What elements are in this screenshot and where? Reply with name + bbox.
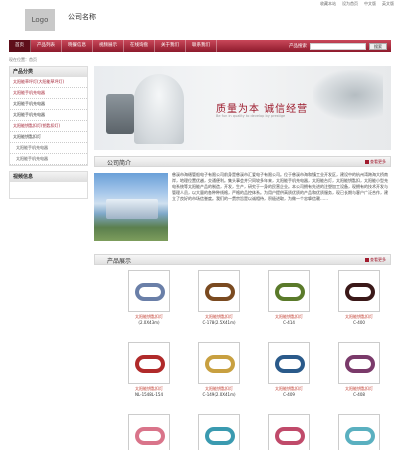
collar-image: [275, 283, 305, 301]
nav-search: 产品搜索 搜索: [289, 42, 391, 50]
product-image[interactable]: [268, 270, 310, 312]
sidebar: 产品分类 太阳能草坪灯(大阳能草坪灯) 太阳能手机充电器 太阳能手机充电器 太阳能手机…: [9, 66, 88, 204]
contact-title: 视频信息: [10, 172, 87, 182]
category-item[interactable]: 太阳能手机充电器: [10, 88, 87, 99]
product-image[interactable]: [128, 270, 170, 312]
category-title: 产品分类: [10, 67, 87, 77]
product-code: C-409: [283, 392, 295, 397]
banner-subtitle: Be fun in quality to develop by prestige: [216, 114, 286, 118]
products-section-header: 产品展示 查看更多: [94, 254, 391, 265]
product-card[interactable]: 太阳能钥匙扣灯 C-178(2.5X41m): [182, 270, 256, 325]
nav-item-about[interactable]: 关于我们: [155, 40, 186, 52]
product-card[interactable]: [182, 414, 256, 450]
product-card[interactable]: 太阳能钥匙扣灯 (2.0X43m): [112, 270, 186, 325]
product-code: C-178(2.5X41m): [202, 320, 236, 325]
product-image[interactable]: [338, 342, 380, 384]
product-image[interactable]: [198, 342, 240, 384]
breadcrumb: 现在位置：首页: [9, 57, 37, 62]
about-section-header: 公司简介 查看更多: [94, 156, 391, 167]
category-box: 产品分类 太阳能草坪灯(大阳能草坪灯) 太阳能手机充电器 太阳能手机充电器 太阳能手机…: [9, 66, 88, 166]
product-image[interactable]: [128, 342, 170, 384]
collar-image: [205, 427, 235, 445]
collar-image: [135, 427, 165, 445]
products-title: 产品展示: [107, 258, 132, 265]
nav-item-videos[interactable]: 视频展示: [93, 40, 124, 52]
product-card[interactable]: 太阳能钥匙扣灯 C-400: [322, 270, 396, 325]
nav-item-products[interactable]: 产品列表: [31, 40, 62, 52]
product-card[interactable]: 太阳能钥匙扣灯 C-408: [322, 342, 396, 397]
more-icon: [365, 160, 369, 164]
company-name: 公司名称: [68, 13, 96, 21]
factory-image: [94, 173, 168, 241]
collar-image: [345, 283, 375, 301]
product-image[interactable]: [198, 414, 240, 450]
category-item[interactable]: 太阳能钥匙扣灯: [10, 132, 87, 143]
contact-box: 视频信息: [9, 171, 88, 199]
collar-image: [345, 427, 375, 445]
collar-image: [205, 355, 235, 373]
collar-image: [275, 427, 305, 445]
product-image[interactable]: [338, 270, 380, 312]
collar-image: [275, 355, 305, 373]
collar-image: [345, 355, 375, 373]
collar-image: [135, 283, 165, 301]
category-item[interactable]: 太阳能草坪灯(大阳能草坪灯): [10, 77, 87, 88]
product-code: C-400: [353, 320, 365, 325]
category-item[interactable]: 太阳能手机充电器: [10, 154, 87, 165]
more-icon: [365, 258, 369, 262]
collar-image: [205, 283, 235, 301]
product-code: C-414: [283, 320, 295, 325]
logo[interactable]: Logo: [25, 9, 55, 31]
top-links: 收藏本站 设为首页 中文版 英文版: [320, 1, 394, 7]
products-more-link[interactable]: 查看更多: [365, 257, 386, 263]
product-card[interactable]: [252, 414, 326, 450]
about-more-link[interactable]: 查看更多: [365, 159, 386, 165]
factory-building: [106, 199, 158, 219]
product-image[interactable]: [268, 342, 310, 384]
product-card[interactable]: [112, 414, 186, 450]
search-input[interactable]: [310, 42, 366, 50]
main-nav: 首页 产品列表 晓餐信息 视频展示 在线询盘 关于我们 联系我们 产品搜索 搜索: [9, 40, 391, 52]
product-code: C-408: [353, 392, 365, 397]
nav-item-contact[interactable]: 联系我们: [186, 40, 217, 52]
contact-body: [10, 182, 87, 198]
top-link-homepage[interactable]: 设为首页: [342, 1, 358, 7]
product-card[interactable]: [322, 414, 396, 450]
search-label: 产品搜索: [289, 44, 307, 49]
hero-banner: 质量为本 诚信经营 Be fun in quality to develop b…: [94, 66, 391, 150]
about-text: 慈溪市海缙管船电子有限公司前身是慈溪市汇爱电子有限公司。位于慈溪市海和镇工业开发…: [172, 172, 388, 201]
about-more-label: 查看更多: [370, 159, 386, 164]
scientist-image: [134, 74, 184, 144]
products-more-label: 查看更多: [370, 257, 386, 262]
category-item[interactable]: 太阳能手机充电器: [10, 110, 87, 121]
nav-item-home[interactable]: 首页: [9, 40, 31, 52]
banner-slogan: 质量为本 诚信经营: [216, 104, 309, 115]
top-link-bookmark[interactable]: 收藏本站: [320, 1, 336, 7]
category-item[interactable]: 太阳能钥匙扣灯(钥匙扣灯): [10, 121, 87, 132]
category-item[interactable]: 太阳能手机充电器: [10, 99, 87, 110]
nav-item-inquiry[interactable]: 在线询盘: [124, 40, 155, 52]
product-card[interactable]: 太阳能钥匙扣灯 NL-1548L-154: [112, 342, 186, 397]
nav-item-news[interactable]: 晓餐信息: [62, 40, 93, 52]
product-image[interactable]: [338, 414, 380, 450]
product-card[interactable]: 太阳能钥匙扣灯 C-149(2.0X41m): [182, 342, 256, 397]
top-link-english[interactable]: 英文版: [382, 1, 394, 7]
top-link-chinese[interactable]: 中文版: [364, 1, 376, 7]
category-list: 太阳能草坪灯(大阳能草坪灯) 太阳能手机充电器 太阳能手机充电器 太阳能手机充电器 太阳…: [10, 77, 87, 165]
product-image[interactable]: [198, 270, 240, 312]
product-card[interactable]: 太阳能钥匙扣灯 C-409: [252, 342, 326, 397]
collar-image: [135, 355, 165, 373]
lab-tools-image: [313, 70, 383, 120]
product-card[interactable]: 太阳能钥匙扣灯 C-414: [252, 270, 326, 325]
product-code: (2.0X43m): [138, 320, 160, 325]
search-button[interactable]: 搜索: [369, 42, 387, 50]
microscope-image: [106, 94, 134, 134]
product-code: C-149(2.0X41m): [202, 392, 236, 397]
about-title: 公司简介: [107, 160, 132, 167]
category-item[interactable]: 太阳能手机充电器: [10, 143, 87, 154]
product-code: NL-1548L-154: [134, 392, 163, 397]
product-image[interactable]: [268, 414, 310, 450]
product-image[interactable]: [128, 414, 170, 450]
